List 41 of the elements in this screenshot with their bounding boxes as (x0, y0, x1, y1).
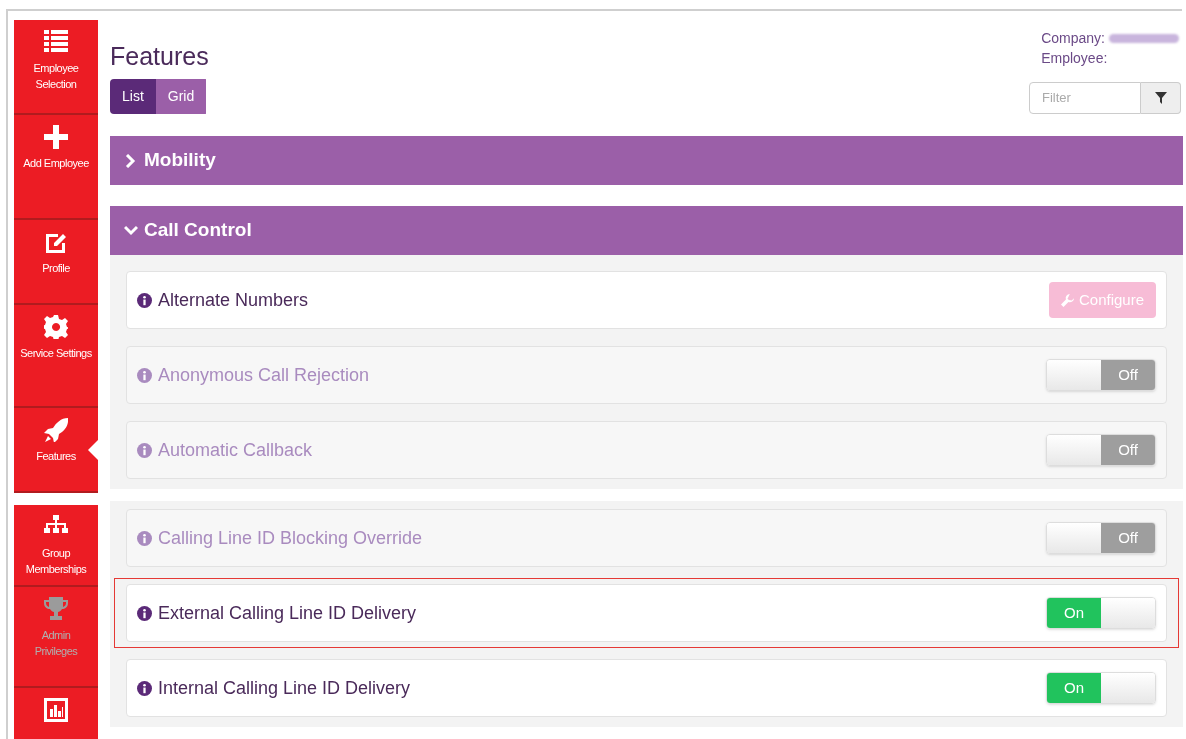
feature-label: Automatic Callback (158, 438, 313, 462)
trophy-icon (44, 597, 68, 621)
view-tab[interactable]: Grid (155, 79, 207, 114)
sidebar-item[interactable]: Employee Selection (14, 20, 98, 115)
chevron-down-icon (124, 223, 138, 238)
toggle-switch[interactable]: On (1046, 597, 1156, 629)
toggle-switch[interactable]: On (1046, 672, 1156, 704)
wrench-icon (1060, 293, 1074, 307)
feature-label: Alternate Numbers (158, 288, 309, 312)
feature-label: Internal Calling Line ID Delivery (158, 676, 411, 700)
filter-icon (1154, 92, 1167, 104)
info-icon (137, 442, 152, 458)
list-icon (44, 30, 68, 54)
section-header[interactable]: Mobility (110, 136, 1183, 185)
plus-icon (44, 125, 68, 149)
info-icon (137, 605, 152, 621)
page-title: Features (110, 44, 209, 69)
filter-field[interactable]: Filter (1029, 82, 1141, 114)
chevron-right-icon (124, 153, 138, 168)
view-tab[interactable]: List (110, 79, 156, 114)
info-icon (137, 367, 152, 383)
feature-label: External Calling Line ID Delivery (158, 601, 417, 625)
sidebar-item[interactable]: Profile (14, 220, 98, 305)
section-header[interactable]: Call Control (110, 206, 1183, 255)
rocket-icon (44, 418, 68, 442)
company-label: Company: (1041, 29, 1105, 48)
employee-label: Employee: (1041, 49, 1108, 68)
info-icon (137, 680, 152, 696)
feature-label: Calling Line ID Blocking Override (158, 526, 423, 550)
sidebar-item[interactable]: Add Employee (14, 115, 98, 220)
filter-button[interactable] (1141, 82, 1181, 114)
gear-icon (44, 315, 68, 339)
sidebar-item[interactable]: Group Memberships (14, 505, 98, 587)
bar-chart-icon (44, 698, 68, 722)
feature-label: Anonymous Call Rejection (158, 363, 370, 387)
redaction-mark (1109, 33, 1179, 43)
info-icon (137, 530, 152, 546)
sidebar-item[interactable]: Service Settings (14, 305, 98, 408)
sidebar-item[interactable]: Features (14, 408, 98, 493)
sidebar-item[interactable] (14, 688, 98, 739)
info-icon (137, 292, 152, 308)
